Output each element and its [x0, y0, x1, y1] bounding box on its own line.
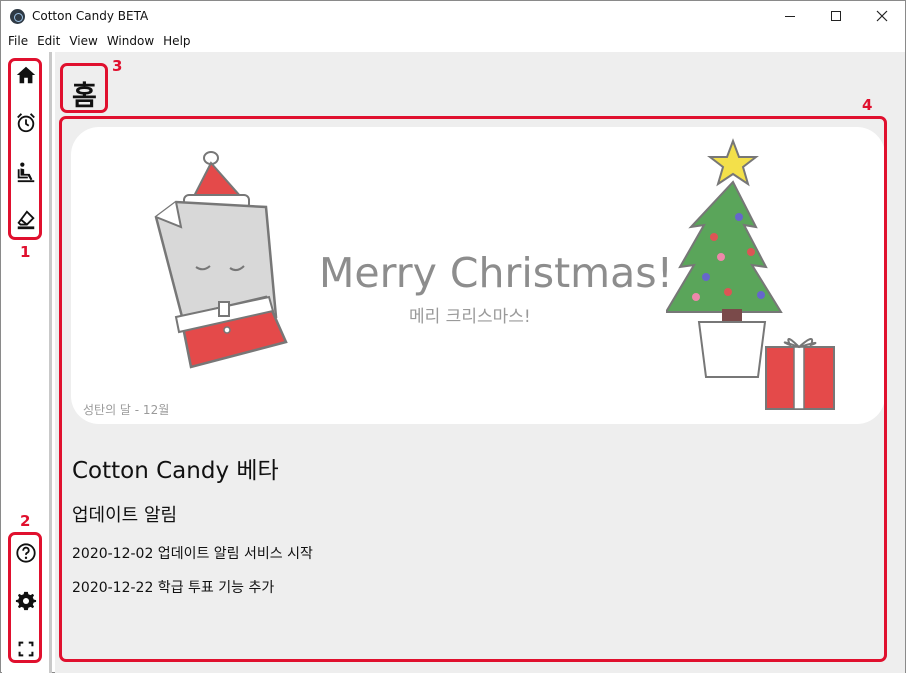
annotation-label-3: 3 [112, 57, 123, 75]
annotation-box-2 [8, 532, 42, 663]
menu-file[interactable]: File [7, 31, 33, 52]
annotation-label-4: 4 [862, 96, 873, 114]
menu-help[interactable]: Help [162, 31, 195, 52]
menu-edit[interactable]: Edit [36, 31, 65, 52]
title-bar: Cotton Candy BETA [1, 1, 905, 31]
window-title: Cotton Candy BETA [32, 9, 149, 23]
menu-bar: File Edit View Window Help [1, 31, 905, 52]
annotation-box-4 [59, 116, 887, 662]
maximize-icon [831, 11, 841, 21]
annotation-box-3 [60, 63, 108, 113]
annotation-label-2: 2 [20, 512, 31, 530]
annotation-label-1: 1 [20, 243, 31, 261]
menu-view[interactable]: View [68, 31, 102, 52]
close-icon [876, 10, 888, 22]
annotation-box-1 [8, 58, 42, 240]
minimize-icon [785, 15, 795, 17]
minimize-button[interactable] [767, 1, 813, 31]
menu-window[interactable]: Window [106, 31, 159, 52]
maximize-button[interactable] [813, 1, 859, 31]
app-logo-icon [10, 9, 25, 24]
close-button[interactable] [859, 1, 905, 31]
